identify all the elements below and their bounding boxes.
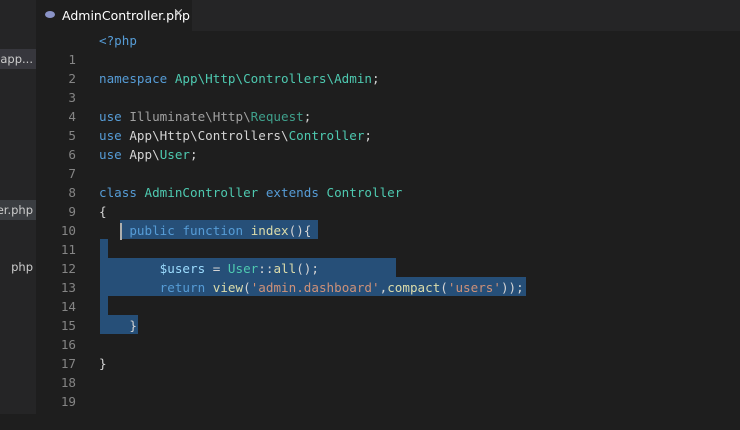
class-name: AdminController	[144, 185, 259, 200]
code-line: 11 public function index(){	[36, 221, 740, 257]
import-class: Controller	[288, 128, 365, 143]
punct: (	[440, 280, 448, 295]
code-line: 5 use Illuminate\Http\Request;	[36, 107, 740, 143]
code-line: 3 namespace App\Http\Controllers\Admin;	[36, 69, 740, 105]
sidebar-item-label: ller.php	[0, 203, 33, 217]
keyword: function	[182, 223, 244, 238]
punct: ;	[190, 147, 198, 162]
code-line: 9 class AdminController extends Controll…	[36, 183, 740, 219]
code-line: 16 }	[36, 316, 740, 352]
tab-label: AdminController.php	[62, 8, 190, 23]
code-line: 10 {	[36, 202, 740, 238]
code-line: 4	[36, 88, 740, 124]
class-name: Controller	[326, 185, 403, 200]
code-line: 2	[36, 50, 740, 86]
tab-admincontroller[interactable]: AdminController.php ×	[36, 0, 192, 31]
code-line: 1 <?php	[36, 31, 740, 67]
sidebar-item-app[interactable]: app...	[0, 49, 36, 69]
sidebar-item-php[interactable]: php	[0, 257, 36, 277]
class-name: User	[227, 261, 259, 276]
keyword: class	[99, 185, 137, 200]
variable: $users	[159, 261, 206, 276]
keyword: public	[129, 223, 175, 238]
code-line: 18 }	[36, 354, 740, 390]
brace: {	[99, 204, 107, 219]
code-editor[interactable]: 1 <?php 2 3 namespace App\Http\Controlle…	[36, 31, 740, 414]
brace: }	[99, 356, 107, 371]
code-line: 13 $users = User::all();	[36, 259, 740, 295]
code-line: 17	[36, 335, 740, 371]
string-literal: 'admin.dashboard'	[250, 280, 380, 295]
operator: =	[205, 261, 228, 276]
function-name: view	[212, 280, 244, 295]
sidebar-item-label: php	[11, 260, 33, 274]
punct: ;	[364, 128, 372, 143]
punct: ;	[371, 71, 380, 86]
brace: }	[129, 318, 137, 333]
code-line: 15	[36, 297, 740, 333]
function-name: all	[273, 261, 297, 276]
import-class: User	[159, 147, 191, 162]
line-number: 19	[60, 394, 76, 409]
punct: ;	[303, 109, 312, 124]
operator: ::	[258, 261, 274, 276]
punct: ));	[500, 280, 524, 295]
code-line: 12	[36, 240, 740, 276]
close-icon[interactable]: ×	[173, 6, 184, 21]
code-line: 8	[36, 164, 740, 200]
import-path: App\Http\Controllers\	[129, 128, 289, 143]
keyword: use	[99, 147, 122, 162]
explorer-sidebar: app... ller.php php	[0, 0, 36, 414]
sidebar-item-controller-php[interactable]: ller.php	[0, 200, 36, 220]
keyword: use	[99, 128, 122, 143]
php-open-tag: <?php	[99, 33, 137, 48]
function-name: compact	[387, 280, 441, 295]
import-path: App\	[129, 147, 160, 162]
keyword: use	[99, 109, 122, 124]
sidebar-item-label: app...	[0, 52, 33, 66]
code-line: 19	[36, 373, 740, 409]
punct: ();	[296, 261, 319, 276]
import-path: Illuminate\Http\	[129, 109, 251, 124]
php-file-icon	[45, 11, 55, 18]
import-class: Request	[250, 109, 304, 124]
keyword: namespace	[99, 71, 168, 86]
punct: (){	[288, 223, 312, 238]
keyword: return	[159, 280, 206, 295]
keyword: extends	[265, 185, 319, 200]
punct: (	[243, 280, 251, 295]
namespace-path: App\Http\Controllers\Admin	[174, 71, 372, 86]
code-line: 7 use App\User;	[36, 145, 740, 181]
string-literal: 'users'	[447, 280, 501, 295]
tab-bar: AdminController.php ×	[36, 0, 740, 31]
function-name: index	[250, 223, 289, 238]
code-line: 6 use App\Http\Controllers\Controller;	[36, 126, 740, 162]
code-line: 14 return view('admin.dashboard',compact…	[36, 278, 740, 314]
